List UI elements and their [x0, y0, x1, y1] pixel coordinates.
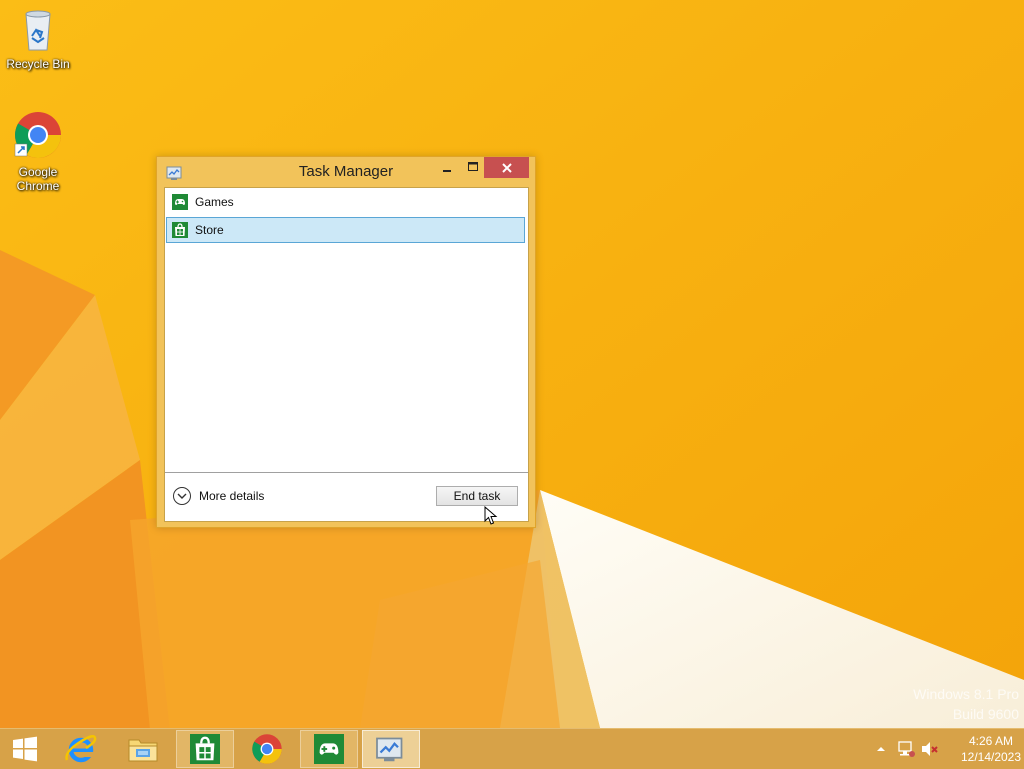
network-icon: [898, 741, 915, 757]
games-icon: [314, 734, 344, 764]
mouse-cursor-icon: [484, 506, 498, 525]
volume-tray-button[interactable]: [920, 729, 940, 769]
taskbar-store[interactable]: [176, 730, 234, 768]
windows-start-icon: [13, 736, 37, 762]
close-icon: [501, 162, 512, 173]
chevron-down-icon: [173, 487, 191, 505]
taskbar: 4:26 AM 12/14/2023: [0, 728, 1024, 769]
maximize-button[interactable]: [460, 157, 486, 178]
taskbar-file-explorer[interactable]: [114, 730, 172, 768]
show-hidden-icons-button[interactable]: [874, 729, 888, 769]
internet-explorer-icon: [65, 734, 97, 763]
process-row-store[interactable]: Store: [166, 217, 525, 243]
process-row-games[interactable]: Games: [166, 189, 525, 215]
divider: [165, 472, 528, 473]
store-icon: [172, 222, 188, 238]
taskbar-task-manager[interactable]: [362, 730, 420, 768]
minimize-button[interactable]: [434, 157, 460, 178]
chrome-icon: [252, 734, 282, 764]
windows-watermark: Windows 8.1 Pro Build 9600: [913, 684, 1019, 724]
clock-date: 12/14/2023: [960, 750, 1022, 764]
maximize-icon: [468, 162, 478, 171]
desktop-icon-recycle-bin[interactable]: Recycle Bin: [0, 8, 76, 71]
title-bar[interactable]: Task Manager: [157, 157, 535, 187]
chevron-up-icon: [877, 747, 885, 751]
more-details-label: More details: [199, 489, 265, 503]
file-explorer-icon: [128, 739, 158, 762]
process-list[interactable]: Games Store: [165, 188, 528, 473]
end-task-button[interactable]: End task: [436, 486, 518, 506]
chrome-icon: [14, 112, 61, 158]
task-manager-window: Task Manager Games Store More details En…: [156, 156, 536, 528]
task-manager-icon: [376, 737, 403, 762]
taskbar-internet-explorer[interactable]: [52, 730, 110, 768]
more-details-toggle[interactable]: More details: [173, 487, 264, 505]
volume-muted-icon: [922, 742, 938, 756]
task-manager-client: Games Store More details End task: [164, 187, 529, 522]
store-icon: [190, 734, 220, 764]
desktop-icon-google-chrome[interactable]: Google Chrome: [0, 110, 76, 193]
minimize-icon: [443, 170, 451, 172]
taskbar-chrome[interactable]: [238, 730, 296, 768]
recycle-bin-icon: [25, 10, 51, 51]
taskbar-games[interactable]: [300, 730, 358, 768]
desktop-icon-label: Google Chrome: [16, 165, 60, 193]
start-button[interactable]: [0, 730, 50, 768]
process-name: Games: [195, 195, 234, 209]
watermark-edition: Windows 8.1 Pro: [913, 686, 1019, 702]
watermark-build: Build 9600: [952, 706, 1019, 722]
games-icon: [172, 194, 188, 210]
desktop-icon-label: Recycle Bin: [6, 57, 70, 71]
close-button[interactable]: [484, 157, 529, 178]
taskbar-clock[interactable]: 4:26 AM 12/14/2023: [958, 733, 1024, 765]
process-name: Store: [195, 223, 224, 237]
network-tray-button[interactable]: [896, 729, 916, 769]
clock-time: 4:26 AM: [968, 734, 1014, 748]
